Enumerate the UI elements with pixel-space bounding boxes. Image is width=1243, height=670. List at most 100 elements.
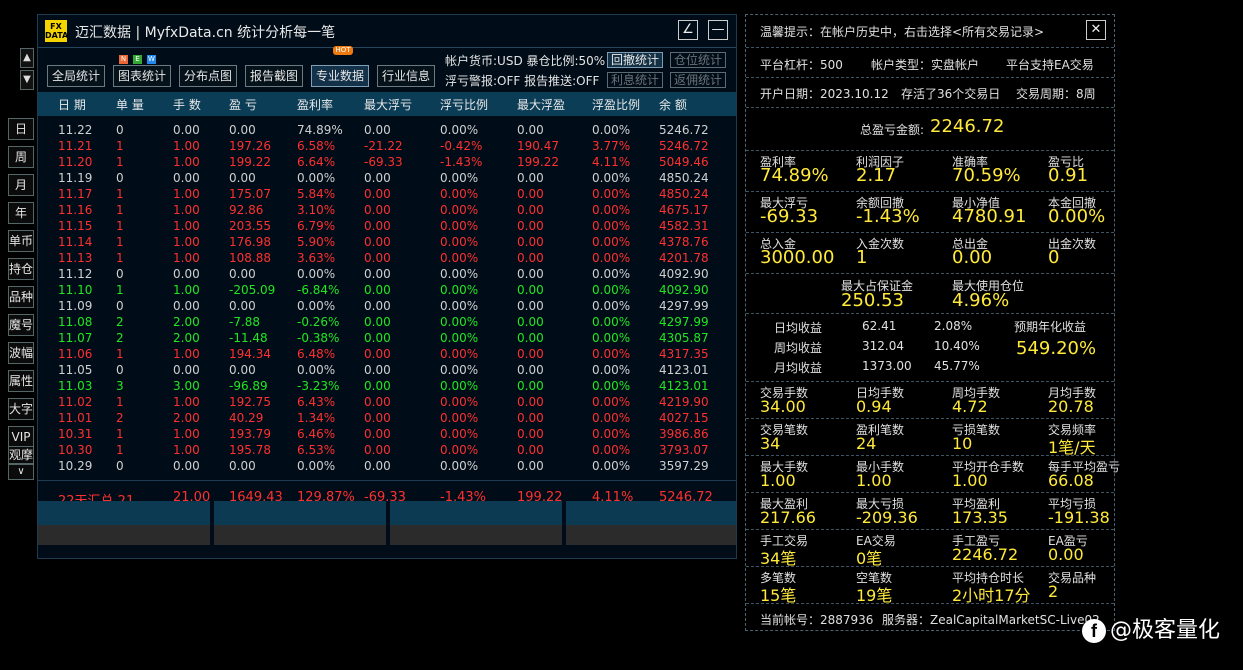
nav-item-8[interactable]: 波幅 [8, 342, 34, 364]
table-row[interactable]: 11.22 0 0.00 0.00 74.89% 0.00 0.00% 0.00 0.00% 52… [38, 122, 736, 138]
metric-value: -209.36 [856, 508, 918, 527]
table-cell: 0.00 [229, 459, 256, 473]
edit-icon[interactable]: ∠ [678, 20, 698, 40]
table-cell: 0.00 [364, 411, 391, 425]
minimize-button[interactable]: — [708, 20, 728, 40]
table-row[interactable]: 11.10 1 1.00 -205.09 -6.84% 0.00 0.00% 0.00 0.00… [38, 282, 736, 298]
scroll-down-button[interactable]: ▼ [20, 70, 34, 90]
tab-5[interactable]: 行业信息 [377, 65, 435, 87]
table-row[interactable]: 11.06 1 1.00 194.34 6.48% 0.00 0.00% 0.00 0.00% 4… [38, 346, 736, 362]
table-cell: -1.43% [440, 155, 483, 169]
table-cell: 0 [116, 363, 124, 377]
column-header-6[interactable]: 浮亏比例 [440, 96, 488, 113]
table-cell: -6.84% [297, 283, 340, 297]
close-icon[interactable]: ✕ [1086, 20, 1106, 40]
table-cell: 3.63% [297, 251, 336, 265]
table-cell: 203.55 [229, 219, 271, 233]
table-cell: 0.00% [440, 283, 479, 297]
table-cell: 1 [116, 395, 124, 409]
table-cell: 0.00 [517, 219, 544, 233]
table-row[interactable]: 11.02 1 1.00 192.75 6.43% 0.00 0.00% 0.00 0.00% 4… [38, 394, 736, 410]
leverage: 平台杠杆：500 [760, 58, 843, 72]
table-cell: 4123.01 [659, 379, 709, 393]
column-header-0[interactable]: 日 期 [58, 96, 86, 113]
table-cell: -3.23% [297, 379, 340, 393]
table-cell: 0.00 [364, 123, 391, 137]
table-row[interactable]: 11.19 0 0.00 0.00 0.00% 0.00 0.00% 0.00 0.00% 485… [38, 170, 736, 186]
tab-0[interactable]: 全局统计 [47, 65, 105, 87]
more-nav-button[interactable]: ∨ [8, 464, 34, 480]
column-header-4[interactable]: 盈利率 [297, 96, 333, 113]
table-row[interactable]: 11.08 2 2.00 -7.88 -0.26% 0.00 0.00% 0.00 0.00% 4… [38, 314, 736, 330]
rebate-stats-button[interactable]: 返佣统计 [670, 72, 726, 88]
column-header-5[interactable]: 最大浮亏 [364, 96, 412, 113]
tab-1[interactable]: 图表统计 [113, 65, 171, 87]
table-cell: 11.16 [58, 203, 93, 217]
table-cell: 6.58% [297, 139, 336, 153]
metric-value: 0.00 [952, 247, 993, 268]
table-row[interactable]: 11.14 1 1.00 176.98 5.90% 0.00 0.00% 0.00 0.00% 4… [38, 234, 736, 250]
table-cell: 3.10% [297, 203, 336, 217]
table-cell: 1.00 [173, 427, 200, 441]
metric-value: 19笔 [856, 586, 893, 605]
nav-item-7[interactable]: 魔号 [8, 314, 34, 336]
table-cell: 1.00 [173, 155, 200, 169]
table-cell: 0.00 [364, 347, 391, 361]
scroll-up-button[interactable]: ▲ [20, 48, 34, 68]
table-row[interactable]: 11.12 0 0.00 0.00 0.00% 0.00 0.00% 0.00 0.00% 409… [38, 266, 736, 282]
table-header: 日 期 单 量 手 数 盈 亏 盈利率 最大浮亏 浮亏比例 最大浮盈 浮盈比例 余 额 [38, 92, 736, 116]
nav-item-10[interactable]: 大字 [8, 398, 34, 420]
nav-item-9[interactable]: 属性 [8, 370, 34, 392]
table-cell: 0.00 [517, 363, 544, 377]
table-cell: 0.00 [173, 299, 200, 313]
table-cell: 0.00% [297, 171, 336, 185]
table-row[interactable]: 11.03 3 3.00 -96.89 -3.23% 0.00 0.00% 0.00 0.00%… [38, 378, 736, 394]
metric-value: 1.00 [760, 471, 796, 490]
table-row[interactable]: 10.30 1 1.00 195.78 6.53% 0.00 0.00% 0.00 0.00% 3… [38, 442, 736, 458]
column-header-7[interactable]: 最大浮盈 [517, 96, 565, 113]
nav-item-3[interactable]: 年 [8, 202, 34, 224]
column-header-9[interactable]: 余 额 [659, 96, 687, 113]
table-cell: 6.53% [297, 443, 336, 457]
nav-item-1[interactable]: 周 [8, 146, 34, 168]
nav-item-4[interactable]: 单币 [8, 230, 34, 252]
table-row[interactable]: 11.16 1 1.00 92.86 3.10% 0.00 0.00% 0.00 0.00% 46… [38, 202, 736, 218]
column-header-1[interactable]: 单 量 [116, 96, 144, 113]
column-header-8[interactable]: 浮盈比例 [592, 96, 640, 113]
tab-4[interactable]: 专业数据 [311, 65, 369, 87]
table-row[interactable]: 10.29 0 0.00 0.00 0.00% 0.00 0.00% 0.00 0.00% 359… [38, 458, 736, 474]
table-row[interactable]: 11.07 2 2.00 -11.48 -0.38% 0.00 0.00% 0.00 0.00%… [38, 330, 736, 346]
nav-item-6[interactable]: 品种 [8, 286, 34, 308]
table-cell: 0.00% [592, 283, 631, 297]
table-row[interactable]: 11.09 0 0.00 0.00 0.00% 0.00 0.00% 0.00 0.00% 429… [38, 298, 736, 314]
table-row[interactable]: 10.31 1 1.00 193.79 6.46% 0.00 0.00% 0.00 0.00% 3… [38, 426, 736, 442]
table-row[interactable]: 11.13 1 1.00 108.88 3.63% 0.00 0.00% 0.00 0.00% 4… [38, 250, 736, 266]
metric-value: 4.72 [952, 397, 988, 416]
position-stats-button[interactable]: 仓位统计 [670, 52, 726, 68]
table-row[interactable]: 11.21 1 1.00 197.26 6.58% -21.22 -0.42% 190.47 3… [38, 138, 736, 154]
nav-item-5[interactable]: 持仓 [8, 258, 34, 280]
table-row[interactable]: 11.20 1 1.00 199.22 6.64% -69.33 -1.43% 199.22 4… [38, 154, 736, 170]
table-cell: 0.00 [517, 395, 544, 409]
table-cell: 0.00% [440, 187, 479, 201]
table-cell: 6.64% [297, 155, 336, 169]
account-currency-info: 帐户货币:USD 暴仓比例:50% [445, 54, 606, 68]
table-row[interactable]: 11.15 1 1.00 203.55 6.79% 0.00 0.00% 0.00 0.00% 4… [38, 218, 736, 234]
column-header-2[interactable]: 手 数 [173, 96, 201, 113]
table-cell: 1.00 [173, 203, 200, 217]
table-row[interactable]: 11.17 1 1.00 175.07 5.84% 0.00 0.00% 0.00 0.00% 4… [38, 186, 736, 202]
nav-item-0[interactable]: 日 [8, 118, 34, 140]
nav-item-12[interactable]: 观摩 [8, 446, 34, 464]
nav-item-2[interactable]: 月 [8, 174, 34, 196]
interest-stats-button[interactable]: 利息统计 [607, 72, 663, 88]
table-cell: 4092.90 [659, 283, 709, 297]
tab-2[interactable]: 分布点图 [179, 65, 237, 87]
nav-item-11[interactable]: VIP [8, 426, 34, 448]
title-bar: FX DATA 迈汇数据 | MyfxData.cn 统计分析每一笔 ∠ — [38, 15, 736, 48]
column-header-3[interactable]: 盈 亏 [229, 96, 257, 113]
table-row[interactable]: 11.01 2 2.00 40.29 1.34% 0.00 0.00% 0.00 0.00% 40… [38, 410, 736, 426]
table-cell: 0.00% [592, 443, 631, 457]
drawdown-stats-button[interactable]: 回撤统计 [607, 52, 663, 68]
tab-3[interactable]: 报告截图 [245, 65, 303, 87]
table-row[interactable]: 11.05 0 0.00 0.00 0.00% 0.00 0.00% 0.00 0.00% 412… [38, 362, 736, 378]
